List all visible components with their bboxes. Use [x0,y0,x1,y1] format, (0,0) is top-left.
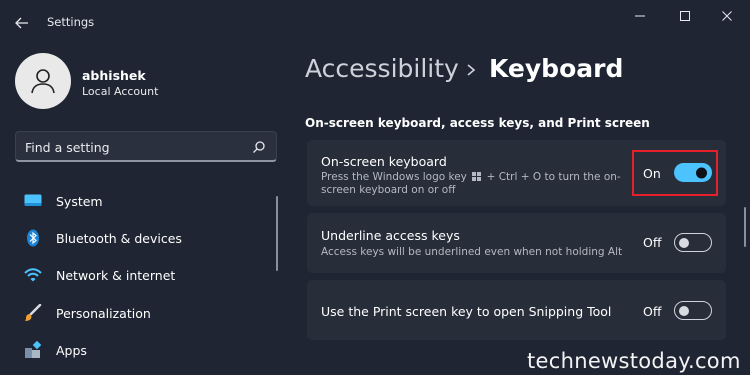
search-icon[interactable] [252,139,268,155]
sidebar-item-label: Bluetooth & devices [56,230,182,246]
back-button[interactable] [10,12,34,34]
sidebar-item-bluetooth[interactable]: Bluetooth & devices [15,221,270,255]
page-title: Keyboard [489,54,624,83]
description-text: + Ctrl + O to turn the on- [486,171,621,183]
toggle-state-label: Off [643,304,662,319]
toggle-knob [679,305,689,316]
account-type: Local Account [82,85,159,98]
close-icon [722,11,732,21]
description-text: Press the Windows logo key [321,171,467,183]
bluetooth-icon [24,229,42,247]
toggle-state-label: Off [643,235,662,250]
sidebar-item-system[interactable]: System [15,184,270,218]
highlight-box [632,150,718,196]
content-scrollbar[interactable] [744,207,746,247]
back-arrow-icon [15,17,28,29]
sidebar-scrollbar[interactable] [276,196,278,271]
sidebar-item-label: System [56,193,103,209]
person-icon [31,69,55,94]
print-screen-toggle[interactable] [674,301,712,320]
toggle-knob [679,237,689,248]
user-name: abhishek [82,68,146,83]
sidebar-item-label: Personalization [56,305,151,321]
watermark-text: technewstoday.com [527,349,741,373]
sidebar-item-network[interactable]: Network & internet [15,258,270,292]
description-text: screen keyboard on or off [321,184,456,196]
minimize-button[interactable] [624,6,656,26]
close-button[interactable] [711,6,743,26]
brush-icon [24,304,42,322]
underline-access-keys-toggle[interactable] [674,233,712,252]
setting-description: Press the Windows logo key + Ctrl + O to… [321,171,621,196]
apps-icon [24,341,42,359]
avatar[interactable] [15,53,71,109]
setting-title: On-screen keyboard [321,154,447,169]
app-title: Settings [47,15,95,29]
setting-card-underline-access-keys [307,213,726,273]
sidebar-item-personalization[interactable]: Personalization [15,296,270,330]
breadcrumb-parent[interactable]: Accessibility [305,54,459,83]
maximize-button[interactable] [669,6,701,26]
system-icon [24,192,42,210]
chevron-right-icon [464,60,478,80]
wifi-icon [24,266,42,284]
search-placeholder: Find a setting [25,140,110,155]
windows-logo-icon [472,172,482,184]
setting-title: Use the Print screen key to open Snippin… [321,304,612,319]
minimize-icon [635,15,645,17]
setting-description: Access keys will be underlined even when… [321,246,623,258]
sidebar-item-label: Network & internet [56,267,176,283]
setting-title: Underline access keys [321,228,460,243]
sidebar-item-apps[interactable]: Apps [15,333,270,367]
maximize-icon [680,11,690,21]
section-heading: On-screen keyboard, access keys, and Pri… [305,116,650,130]
sidebar-item-label: Apps [56,342,87,358]
